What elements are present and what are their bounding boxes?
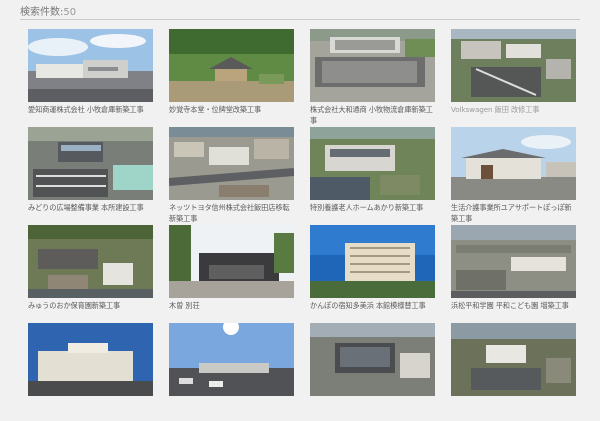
project-caption[interactable]: 株式会社大和通商 小牧物流倉庫新築工事 — [310, 104, 435, 126]
project-card[interactable]: Volkswagen 飯田 改修工事 — [451, 29, 576, 127]
project-thumbnail[interactable] — [169, 29, 294, 102]
project-caption[interactable]: 特別養護老人ホームあかり新築工事 — [310, 202, 435, 224]
search-result-count: 検索件数:50 — [20, 3, 580, 20]
project-caption[interactable]: ネッツトヨタ信州株式会社飯田店移転新築工事 — [169, 202, 294, 224]
project-card[interactable]: 愛知商運株式会社 小牧倉庫新築工事 — [28, 29, 153, 127]
result-count-number: 50 — [63, 7, 77, 18]
project-thumbnail[interactable] — [169, 127, 294, 200]
project-thumbnail[interactable] — [310, 127, 435, 200]
project-thumbnail[interactable] — [451, 323, 576, 396]
project-thumbnail[interactable] — [169, 323, 294, 396]
project-card[interactable] — [28, 323, 153, 421]
project-card[interactable]: 特別養護老人ホームあかり新築工事 — [310, 127, 435, 225]
project-grid: 愛知商運株式会社 小牧倉庫新築工事 妙覚寺本堂・位牌堂改築工事 株式会社大和通商… — [28, 29, 576, 421]
project-caption[interactable]: Volkswagen 飯田 改修工事 — [451, 104, 576, 126]
project-caption[interactable] — [451, 398, 576, 420]
project-thumbnail[interactable] — [310, 225, 435, 298]
project-card[interactable]: 妙覚寺本堂・位牌堂改築工事 — [169, 29, 294, 127]
project-caption[interactable]: みどりの広場整備事業 本所建設工事 — [28, 202, 153, 224]
project-card[interactable]: かんぽの宿知多美浜 本館模様替工事 — [310, 225, 435, 323]
project-card[interactable]: 株式会社大和通商 小牧物流倉庫新築工事 — [310, 29, 435, 127]
project-caption[interactable]: みゅうのおか保育園新築工事 — [28, 300, 153, 322]
project-thumbnail[interactable] — [310, 29, 435, 102]
project-card[interactable] — [169, 323, 294, 421]
project-caption[interactable] — [169, 398, 294, 420]
project-caption[interactable]: 妙覚寺本堂・位牌堂改築工事 — [169, 104, 294, 126]
project-card[interactable]: みゅうのおか保育園新築工事 — [28, 225, 153, 323]
project-thumbnail[interactable] — [28, 225, 153, 298]
project-thumbnail[interactable] — [28, 127, 153, 200]
project-thumbnail[interactable] — [28, 323, 153, 396]
project-card[interactable]: 木曽 別荘 — [169, 225, 294, 323]
project-card[interactable]: ネッツトヨタ信州株式会社飯田店移転新築工事 — [169, 127, 294, 225]
project-caption[interactable]: 木曽 別荘 — [169, 300, 294, 322]
project-thumbnail[interactable] — [451, 29, 576, 102]
project-thumbnail[interactable] — [451, 127, 576, 200]
project-thumbnail[interactable] — [310, 323, 435, 396]
project-card[interactable]: 浜松平和学園 平和こども園 増築工事 — [451, 225, 576, 323]
project-card[interactable]: みどりの広場整備事業 本所建設工事 — [28, 127, 153, 225]
project-caption[interactable]: 生活介護事業所ユアサポートぽっぽ新築工事 — [451, 202, 576, 224]
project-caption[interactable] — [310, 398, 435, 420]
project-caption[interactable]: かんぽの宿知多美浜 本館模様替工事 — [310, 300, 435, 322]
project-card[interactable]: 生活介護事業所ユアサポートぽっぽ新築工事 — [451, 127, 576, 225]
project-card[interactable] — [310, 323, 435, 421]
project-thumbnail[interactable] — [169, 225, 294, 298]
project-thumbnail[interactable] — [451, 225, 576, 298]
result-count-label: 検索件数: — [20, 7, 64, 18]
project-caption[interactable] — [28, 398, 153, 420]
project-caption[interactable]: 愛知商運株式会社 小牧倉庫新築工事 — [28, 104, 153, 126]
project-caption[interactable]: 浜松平和学園 平和こども園 増築工事 — [451, 300, 576, 322]
project-card[interactable] — [451, 323, 576, 421]
project-thumbnail[interactable] — [28, 29, 153, 102]
